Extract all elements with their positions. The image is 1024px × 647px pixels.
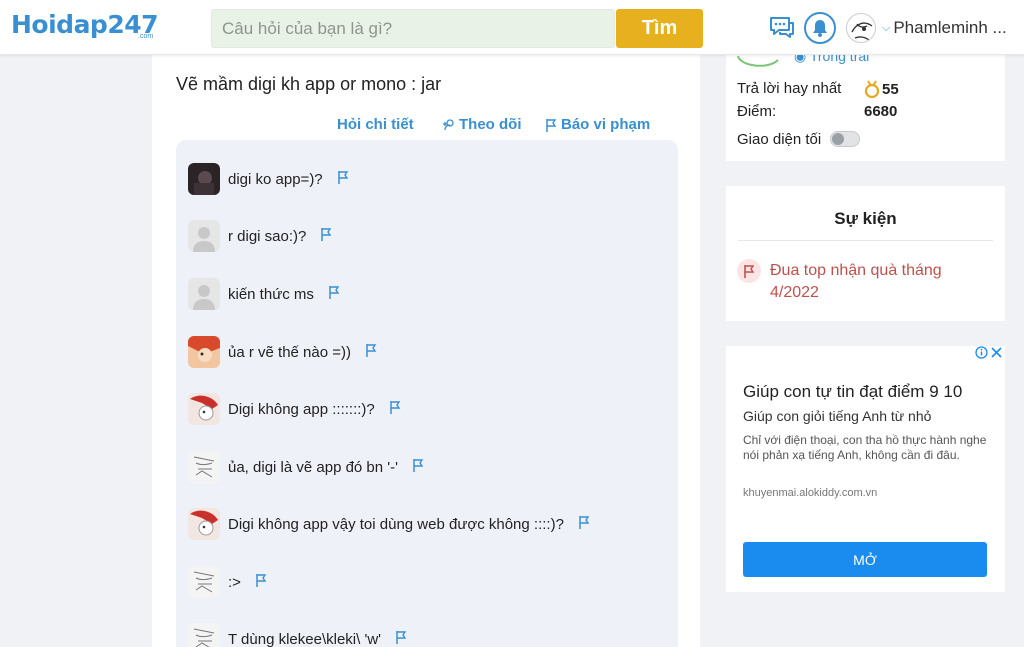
logo-suffix: .com <box>138 33 154 40</box>
comment-text: digi ko app=)? <box>228 170 323 188</box>
search-input[interactable] <box>211 9 615 48</box>
flag-icon <box>546 118 557 132</box>
report-flag-icon[interactable] <box>337 170 349 189</box>
commenter-avatar[interactable] <box>188 623 220 647</box>
comment-item: kiến thức ms <box>188 278 340 310</box>
search-button[interactable]: Tìm <box>616 9 703 48</box>
comment-item: Digi không app :::::::)? <box>188 393 401 425</box>
logo-text: Hoidap247 <box>11 10 159 39</box>
toggle-knob <box>832 133 844 145</box>
comment-item: :> <box>188 566 267 598</box>
commenter-avatar[interactable] <box>188 278 220 310</box>
ad-info-icon[interactable] <box>975 346 988 359</box>
comment-item: ủa r vẽ thế nào =)) <box>188 336 377 368</box>
event-divider <box>738 240 993 241</box>
ad-headline[interactable]: Giúp con tự tin đạt điểm 9 10 <box>743 382 962 402</box>
user-menu[interactable]: ⌵ Phamleminh ... <box>882 18 1007 38</box>
ad-open-button[interactable]: MỞ <box>743 542 987 577</box>
report-flag-icon[interactable] <box>365 343 377 362</box>
comment-item: r digi sao:)? <box>188 220 332 252</box>
follow-icon <box>443 119 454 131</box>
ad-close-icon[interactable] <box>991 347 1002 358</box>
dark-mode-toggle[interactable] <box>830 131 860 147</box>
points-label: Điểm: <box>737 103 777 120</box>
report-flag-icon[interactable] <box>395 630 407 647</box>
report-flag-icon[interactable] <box>389 400 401 419</box>
report-label: Báo vi phạm <box>561 116 651 133</box>
comment-item: Digi không app vậy toi dùng web được khô… <box>188 508 590 540</box>
comment-list: digi ko app=)? r digi sao:)? kiến thức m… <box>176 140 678 647</box>
comment-text: r digi sao:)? <box>228 227 307 245</box>
points-value: 6680 <box>864 103 898 120</box>
chat-icon[interactable] <box>766 12 798 44</box>
comment-text: kiến thức ms <box>228 285 314 303</box>
comment-item: T dùng klekee\kleki\ 'w' <box>188 623 407 647</box>
event-flag-icon <box>737 259 761 283</box>
best-answers-label: Trả lời hay nhất <box>737 80 842 97</box>
comment-item: ủa, digi là vẽ app đó bn '-' <box>188 451 424 483</box>
question-title: Vẽ mầm digi kh app or mono : jar <box>176 74 442 94</box>
commenter-avatar[interactable] <box>188 163 220 195</box>
report-flag-icon[interactable] <box>328 285 340 304</box>
chevron-down-icon: ⌵ <box>882 21 891 34</box>
comment-text: ủa, digi là vẽ app đó bn '-' <box>228 458 399 476</box>
event-link[interactable]: Đua top nhận quà tháng 4/2022 <box>770 260 990 304</box>
commenter-avatar[interactable] <box>188 220 220 252</box>
commenter-avatar[interactable] <box>188 508 220 540</box>
comment-text: :> <box>228 573 241 591</box>
comment-text: T dùng klekee\kleki\ 'w' <box>228 630 382 647</box>
report-link[interactable]: Báo vi phạm <box>545 116 650 133</box>
user-avatar[interactable] <box>846 13 876 43</box>
ad-url: khuyenmai.alokiddy.com.vn <box>743 487 878 499</box>
report-flag-icon[interactable] <box>255 573 267 592</box>
dark-mode-label: Giao diện tối <box>737 131 822 148</box>
ask-detail-label: Hỏi chi tiết <box>337 116 414 133</box>
ad-subheadline: Giúp con giỏi tiếng Anh từ nhỏ <box>743 408 932 424</box>
best-answers-count: 55 <box>882 80 899 98</box>
follow-link[interactable]: Theo dõi <box>442 116 522 133</box>
ad-body: Chỉ với điện thoại, con tha hồ thực hành… <box>743 433 987 462</box>
follow-label: Theo dõi <box>459 116 522 133</box>
report-flag-icon[interactable] <box>320 227 332 246</box>
site-header: Hoidap247 .com Tìm ⌵ Phamleminh ... <box>0 0 1024 55</box>
comment-text: Digi không app :::::::)? <box>228 400 375 418</box>
bell-icon[interactable] <box>804 12 836 44</box>
username: Phamleminh ... <box>893 18 1007 37</box>
ask-detail-link[interactable]: Hỏi chi tiết <box>337 116 414 133</box>
comment-item: digi ko app=)? <box>188 163 349 195</box>
ad-controls <box>975 346 1002 359</box>
report-flag-icon[interactable] <box>578 515 590 534</box>
best-answers-value: 55 <box>864 80 899 98</box>
event-title: Sự kiện <box>834 209 897 228</box>
commenter-avatar[interactable] <box>188 336 220 368</box>
report-flag-icon[interactable] <box>412 458 424 477</box>
site-logo[interactable]: Hoidap247 <box>11 10 159 39</box>
commenter-avatar[interactable] <box>188 393 220 425</box>
commenter-avatar[interactable] <box>188 451 220 483</box>
comment-text: Digi không app vậy toi dùng web được khô… <box>228 515 564 533</box>
commenter-avatar[interactable] <box>188 566 220 598</box>
comment-text: ủa r vẽ thế nào =)) <box>228 343 351 361</box>
medal-icon <box>864 80 880 98</box>
